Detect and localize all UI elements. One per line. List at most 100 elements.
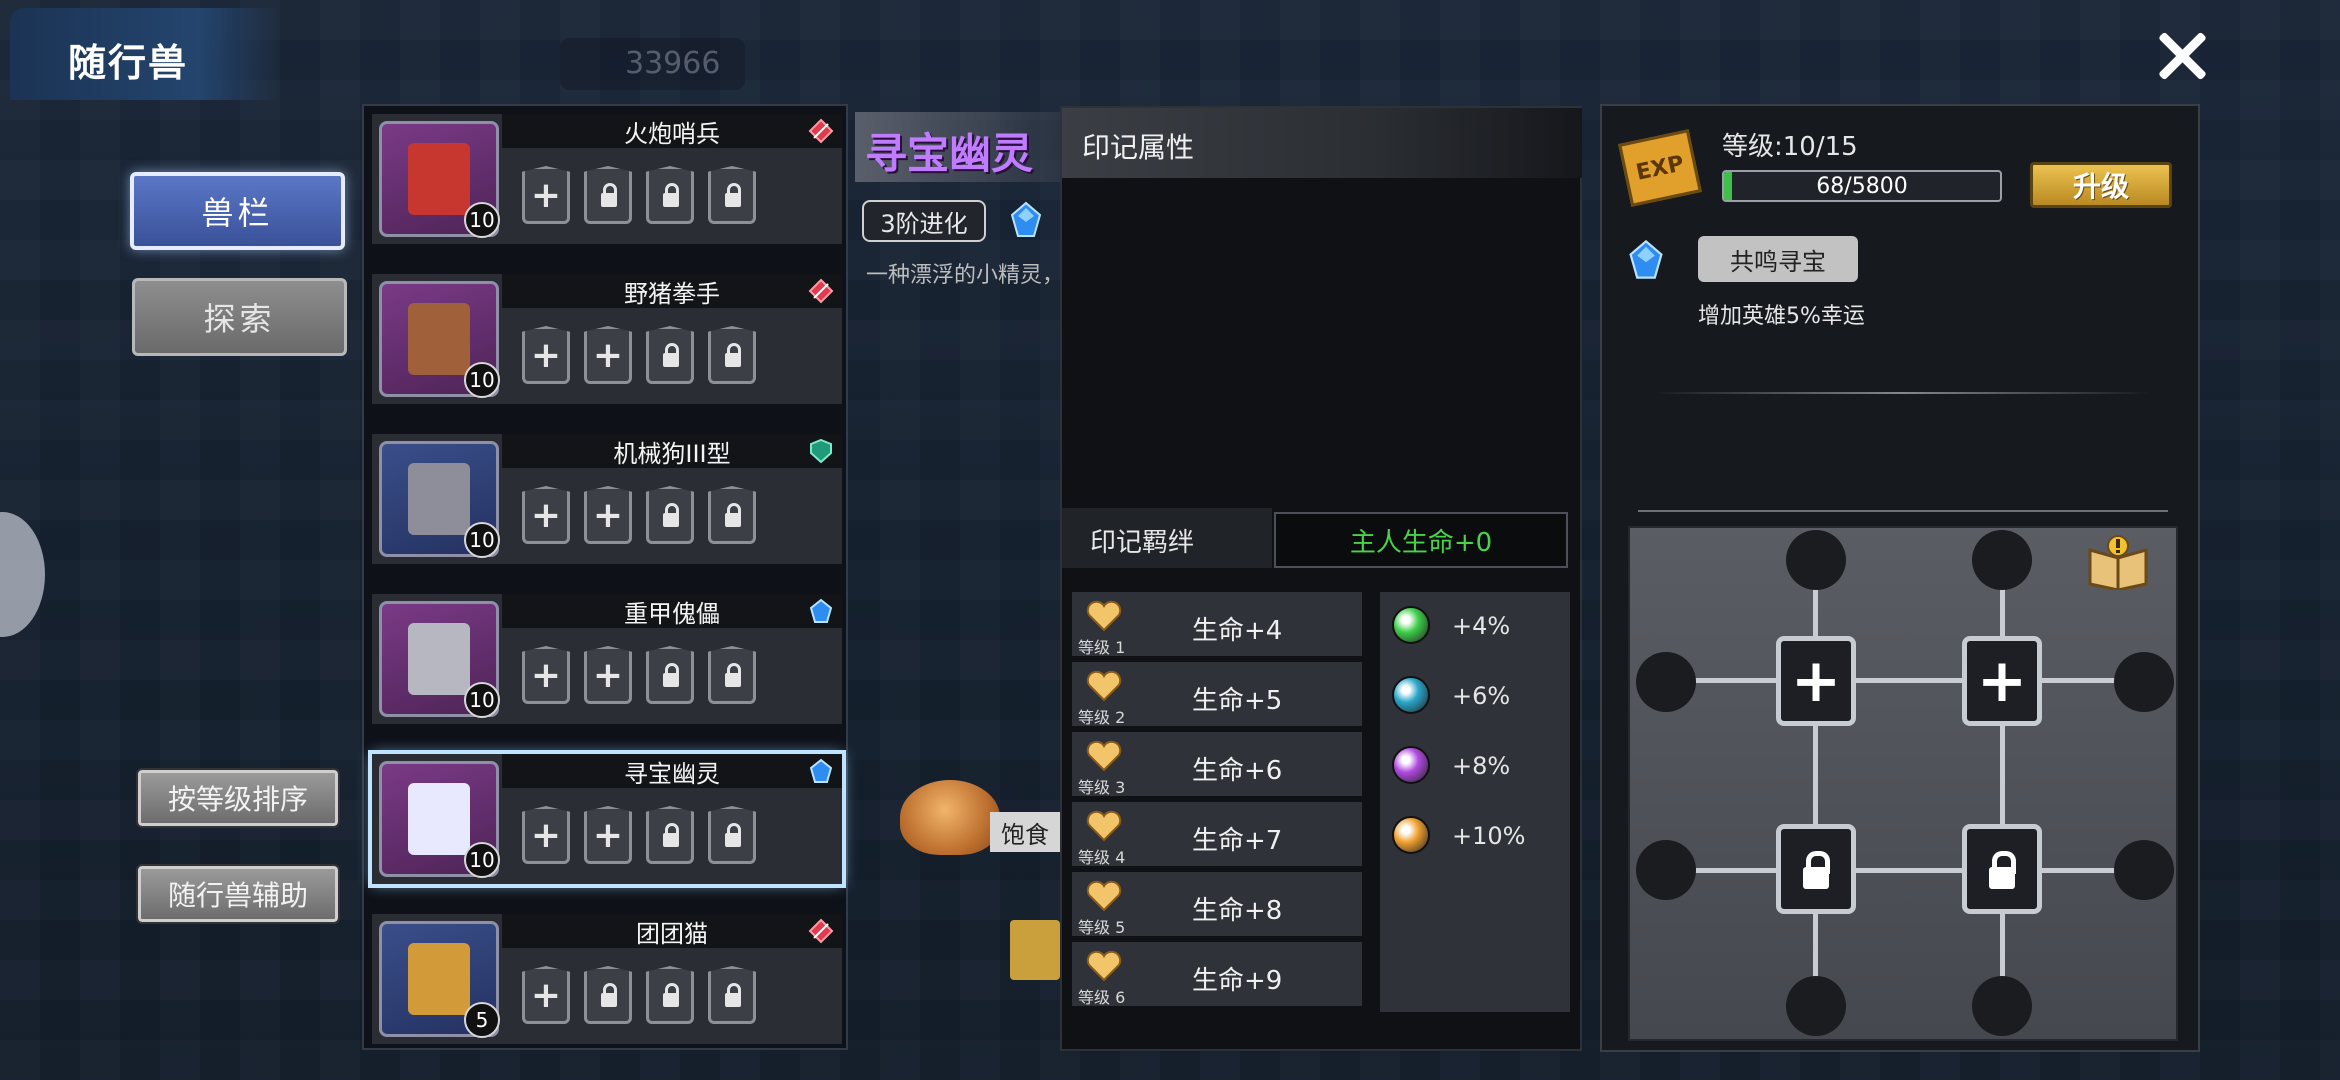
- rune-node[interactable]: [2114, 840, 2174, 900]
- pet-sprite-icon: [408, 623, 470, 695]
- pet-level-badge: 10: [464, 842, 500, 878]
- pet-name: 野猪拳手: [502, 274, 842, 308]
- seal-slot-locked[interactable]: [584, 166, 632, 224]
- pet-portrait: 10: [379, 281, 500, 398]
- seal-slot-add[interactable]: [522, 326, 570, 384]
- seal-slots: [522, 806, 756, 864]
- seal-slot-locked[interactable]: [708, 966, 756, 1024]
- pet-name: 重甲傀儡: [502, 594, 842, 628]
- orb-icon: [1392, 746, 1430, 784]
- feed-button[interactable]: [1010, 920, 1060, 980]
- orb-icon: [1392, 816, 1430, 854]
- rune-node[interactable]: [1636, 652, 1696, 712]
- pet-card[interactable]: 10 寻宝幽灵: [368, 750, 846, 888]
- pet-card[interactable]: 10 火炮哨兵: [372, 114, 842, 244]
- seal-slot-locked[interactable]: [646, 966, 694, 1024]
- seal-slot-locked[interactable]: [708, 326, 756, 384]
- seal-bond-value: 主人生命+0: [1274, 512, 1568, 568]
- connector-line: [1813, 568, 1818, 1008]
- food-label: 饱食: [990, 812, 1060, 852]
- seal-slot-add[interactable]: [522, 966, 570, 1024]
- xp-text: 68/5800: [1816, 173, 1908, 199]
- seal-slots: [522, 166, 756, 224]
- pet-portrait: 10: [379, 121, 500, 238]
- seal-attributes-title: 印记属性: [1062, 108, 1582, 178]
- bond-rows: 等级 1 生命+4 等级 2 生命+5 等级 3 生命+6 等级 4 生命+7 等级 5 生命+8…: [1072, 592, 1372, 1012]
- xp-progress-bar: 68/5800: [1722, 170, 2002, 202]
- seal-slot-add[interactable]: [584, 486, 632, 544]
- exp-icon: EXP: [1618, 129, 1702, 207]
- heart-icon: [1086, 810, 1122, 842]
- pet-card[interactable]: 10 重甲傀儡: [372, 594, 842, 724]
- rune-node[interactable]: [2114, 652, 2174, 712]
- pet-sprite-icon: [408, 943, 470, 1015]
- seal-slot-locked[interactable]: [708, 646, 756, 704]
- bonus-row: +4%: [1380, 592, 1570, 662]
- bond-level: 等级 6: [1078, 988, 1126, 1007]
- bond-level: 等级 2: [1078, 708, 1126, 727]
- tab-pets[interactable]: 兽栏: [130, 172, 345, 250]
- heart-icon: [1086, 880, 1122, 912]
- red-rune-icon: [808, 918, 834, 944]
- title-tab: 随行兽: [10, 8, 280, 100]
- seal-slot-add[interactable]: [522, 166, 570, 224]
- seal-slot-locked[interactable]: [646, 326, 694, 384]
- bond-level: 等级 5: [1078, 918, 1126, 937]
- rune-socket-add[interactable]: [1962, 636, 2042, 726]
- rune-socket-locked[interactable]: [1962, 824, 2042, 914]
- seal-slot-locked[interactable]: [708, 806, 756, 864]
- seal-slots: [522, 326, 756, 384]
- sort-by-level-button[interactable]: 按等级排序: [136, 768, 340, 828]
- rune-node[interactable]: [1972, 976, 2032, 1036]
- pet-assist-button[interactable]: 随行兽辅助: [136, 864, 340, 924]
- close-button[interactable]: [2140, 20, 2220, 90]
- seal-slots: [522, 966, 756, 1024]
- pet-growth-panel: EXP 等级:10/15 68/5800 升级 共鸣寻宝 增加英雄5%幸运: [1600, 104, 2200, 1052]
- seal-slot-add[interactable]: [584, 806, 632, 864]
- bond-row: 等级 4 生命+7: [1072, 802, 1362, 867]
- red-rune-icon: [808, 278, 834, 304]
- bond-level: 等级 3: [1078, 778, 1126, 797]
- bonus-row: +8%: [1380, 732, 1570, 802]
- pet-card[interactable]: 10 机械狗III型: [372, 434, 842, 564]
- tab-explore[interactable]: 探索: [132, 278, 347, 356]
- rune-socket-add[interactable]: [1776, 636, 1856, 726]
- rune-node[interactable]: [1636, 840, 1696, 900]
- pet-list: 10 火炮哨兵 10 野猪拳手 10 机械狗III型 10 重甲傀儡 10 寻宝幽灵 5 团团猫: [362, 104, 848, 1050]
- heart-icon: [1086, 950, 1122, 982]
- bonus-row: +10%: [1380, 802, 1570, 872]
- divider: [1652, 392, 2152, 394]
- seal-slot-locked[interactable]: [646, 806, 694, 864]
- seal-slot-locked[interactable]: [646, 486, 694, 544]
- roast-chicken-icon: [900, 780, 1000, 855]
- seal-slot-add[interactable]: [522, 486, 570, 544]
- seal-slot-locked[interactable]: [708, 486, 756, 544]
- seal-slot-locked[interactable]: [646, 646, 694, 704]
- evolution-badge: 3阶进化: [862, 200, 986, 242]
- rune-node[interactable]: [1972, 530, 2032, 590]
- seal-slot-add[interactable]: [584, 326, 632, 384]
- orb-icon: [1392, 676, 1430, 714]
- rune-socket-locked[interactable]: [1776, 824, 1856, 914]
- connector-line: [1660, 868, 2150, 873]
- bond-row: 等级 1 生命+4: [1072, 592, 1362, 657]
- heart-icon: [1086, 670, 1122, 702]
- seal-slot-locked[interactable]: [708, 166, 756, 224]
- upgrade-button[interactable]: 升级: [2030, 162, 2172, 208]
- pet-card[interactable]: 5 团团猫: [372, 914, 842, 1044]
- rune-node[interactable]: [1786, 976, 1846, 1036]
- pet-name-title: 寻宝幽灵: [855, 112, 1065, 182]
- pet-card[interactable]: 10 野猪拳手: [372, 274, 842, 404]
- bond-row: 等级 6 生命+9: [1072, 942, 1362, 1007]
- pet-sprite-icon: [408, 143, 470, 215]
- bond-value: 生命+8: [1192, 896, 1283, 926]
- seal-slot-locked[interactable]: [646, 166, 694, 224]
- seal-slot-locked[interactable]: [584, 966, 632, 1024]
- seal-slot-add[interactable]: [522, 646, 570, 704]
- seal-slot-add[interactable]: [522, 806, 570, 864]
- book-info-icon[interactable]: [2086, 534, 2150, 590]
- seal-slot-add[interactable]: [584, 646, 632, 704]
- pet-sprite-icon: [408, 783, 470, 855]
- rune-node[interactable]: [1786, 530, 1846, 590]
- skill-name-tag: 共鸣寻宝: [1698, 236, 1858, 282]
